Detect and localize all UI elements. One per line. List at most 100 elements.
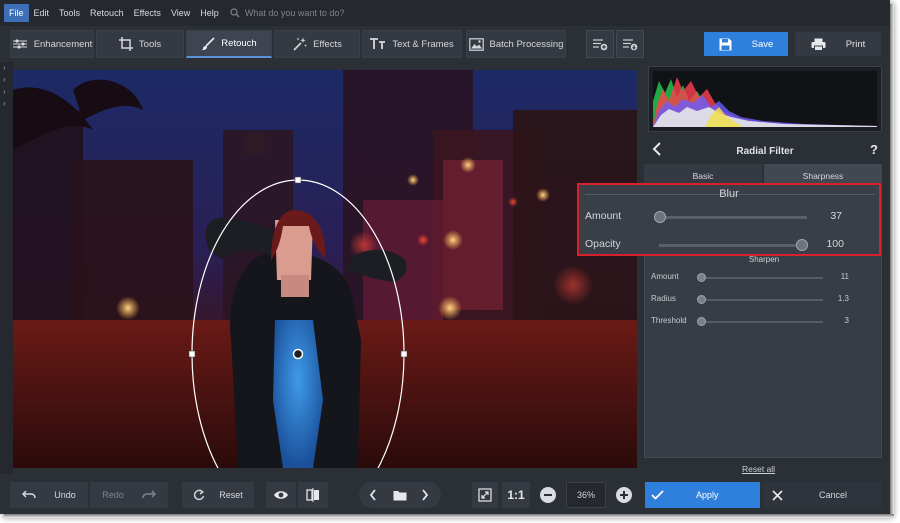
- folder-icon[interactable]: [393, 490, 407, 501]
- reset-label: Reset: [219, 490, 243, 500]
- reset-icon: [194, 489, 205, 501]
- sharpen-threshold-value: 3: [844, 316, 849, 325]
- tab-enhancement-label: Enhancement: [33, 38, 93, 50]
- crop-icon: [118, 37, 133, 51]
- print-label: Print: [845, 38, 866, 50]
- chevron-right-icon: ›: [3, 63, 6, 72]
- cancel-button[interactable]: Cancel: [764, 482, 882, 508]
- tab-batch-processing-label: Batch Processing: [489, 38, 564, 50]
- histogram: [648, 66, 882, 132]
- compare-button[interactable]: [298, 482, 328, 508]
- brush-icon: [201, 36, 215, 50]
- radial-center-handle[interactable]: [292, 348, 304, 360]
- fit-to-screen-button[interactable]: [472, 482, 498, 508]
- batch-images-icon: [468, 37, 484, 51]
- chevron-right-icon: ›: [3, 87, 6, 96]
- add-preset-button[interactable]: [586, 30, 614, 58]
- sharpen-amount-label: Amount: [651, 272, 679, 281]
- cancel-label: Cancel: [819, 490, 848, 500]
- radial-handle-right[interactable]: [400, 350, 408, 358]
- tab-batch-processing[interactable]: Batch Processing: [466, 30, 566, 58]
- slider-track[interactable]: [659, 244, 807, 247]
- sharpen-threshold-slider[interactable]: Threshold 3: [645, 315, 881, 329]
- photo-canvas[interactable]: [13, 70, 637, 468]
- radial-handle-top[interactable]: [294, 176, 302, 184]
- plus-icon: [620, 491, 628, 499]
- tab-text-frames-label: Text & Frames: [392, 38, 454, 50]
- menu-bar: File Edit Tools Retouch Effects View Hel…: [0, 0, 890, 26]
- print-button[interactable]: Print: [795, 32, 881, 56]
- tab-effects[interactable]: Effects: [274, 30, 360, 58]
- blur-opacity-label: Opacity: [585, 238, 621, 250]
- undo-button[interactable]: Undo: [10, 482, 88, 508]
- chevron-left-icon[interactable]: [369, 489, 377, 501]
- menu-help[interactable]: Help: [195, 4, 224, 22]
- back-arrow-icon[interactable]: [652, 142, 662, 156]
- download-preset-button[interactable]: [616, 30, 644, 58]
- fit-screen-icon: [478, 488, 492, 502]
- magic-wand-icon: [293, 37, 307, 51]
- sharpen-radius-slider[interactable]: Radius 1.3: [645, 293, 881, 307]
- close-icon: [772, 489, 783, 501]
- slider-thumb[interactable]: [697, 273, 706, 282]
- actual-size-button[interactable]: 1:1: [502, 482, 530, 508]
- tab-effects-label: Effects: [313, 38, 342, 50]
- help-icon[interactable]: ?: [870, 142, 878, 157]
- preset-add-icon: [593, 39, 608, 51]
- zoom-level[interactable]: 36%: [566, 482, 606, 508]
- preview-toggle-button[interactable]: [266, 482, 296, 508]
- panel-header: Radial Filter ?: [646, 140, 884, 162]
- apply-button[interactable]: Apply: [645, 482, 760, 508]
- zoom-out-button[interactable]: [540, 487, 556, 503]
- preset-download-icon: [623, 39, 638, 51]
- tab-tools-label: Tools: [138, 38, 162, 50]
- menu-retouch[interactable]: Retouch: [85, 4, 129, 22]
- blur-section-highlight: Blur Amount 37 Opacity 100: [577, 183, 881, 256]
- panel-sub-tabs: Basic Sharpness: [644, 164, 884, 184]
- slider-track[interactable]: [701, 299, 823, 301]
- panel-title: Radial Filter: [736, 145, 794, 157]
- search-placeholder: What do you want to do?: [244, 8, 345, 18]
- blur-amount-value: 37: [830, 210, 842, 222]
- floppy-disk-icon: [719, 38, 732, 50]
- slider-thumb[interactable]: [796, 239, 808, 251]
- chevron-right-icon[interactable]: [421, 489, 429, 501]
- image-navigation: [359, 482, 441, 508]
- tab-basic[interactable]: Basic: [644, 164, 762, 184]
- checkmark-icon: [651, 490, 664, 500]
- menu-edit[interactable]: Edit: [29, 4, 55, 22]
- slider-track[interactable]: [701, 277, 823, 279]
- menu-tools[interactable]: Tools: [54, 4, 85, 22]
- save-button[interactable]: Save: [704, 32, 788, 56]
- chevron-right-icon: ›: [3, 99, 6, 108]
- reset-all-link[interactable]: Reset all: [742, 464, 775, 474]
- menu-file[interactable]: File: [4, 4, 29, 22]
- menu-view[interactable]: View: [166, 4, 195, 22]
- text-icon: [370, 38, 386, 49]
- window-shadow-bottom: [4, 514, 894, 518]
- tab-tools[interactable]: Tools: [96, 30, 184, 58]
- reset-button[interactable]: Reset: [182, 482, 254, 508]
- tab-text-frames[interactable]: Text & Frames: [362, 30, 462, 58]
- zoom-in-button[interactable]: [616, 487, 632, 503]
- tab-enhancement[interactable]: Enhancement: [10, 30, 94, 58]
- menu-search[interactable]: What do you want to do?: [230, 8, 345, 18]
- tab-retouch[interactable]: Retouch: [186, 30, 272, 58]
- slider-track[interactable]: [659, 216, 807, 219]
- left-collapse-rail[interactable]: › › › ›: [0, 62, 13, 474]
- redo-icon: [142, 490, 156, 499]
- radial-handle-left[interactable]: [188, 350, 196, 358]
- menu-effects[interactable]: Effects: [129, 4, 166, 22]
- blur-section-title: Blur: [719, 188, 739, 200]
- tab-sharpness[interactable]: Sharpness: [764, 164, 882, 184]
- redo-button[interactable]: Redo: [90, 482, 168, 508]
- sharpen-radius-label: Radius: [651, 294, 676, 303]
- compare-icon: [306, 488, 319, 502]
- eye-icon: [274, 491, 288, 499]
- sharpen-amount-slider[interactable]: Amount 11: [645, 271, 881, 285]
- slider-track[interactable]: [701, 321, 823, 323]
- slider-thumb[interactable]: [697, 317, 706, 326]
- slider-thumb[interactable]: [697, 295, 706, 304]
- sharpen-radius-value: 1.3: [837, 294, 849, 303]
- slider-thumb[interactable]: [654, 211, 666, 223]
